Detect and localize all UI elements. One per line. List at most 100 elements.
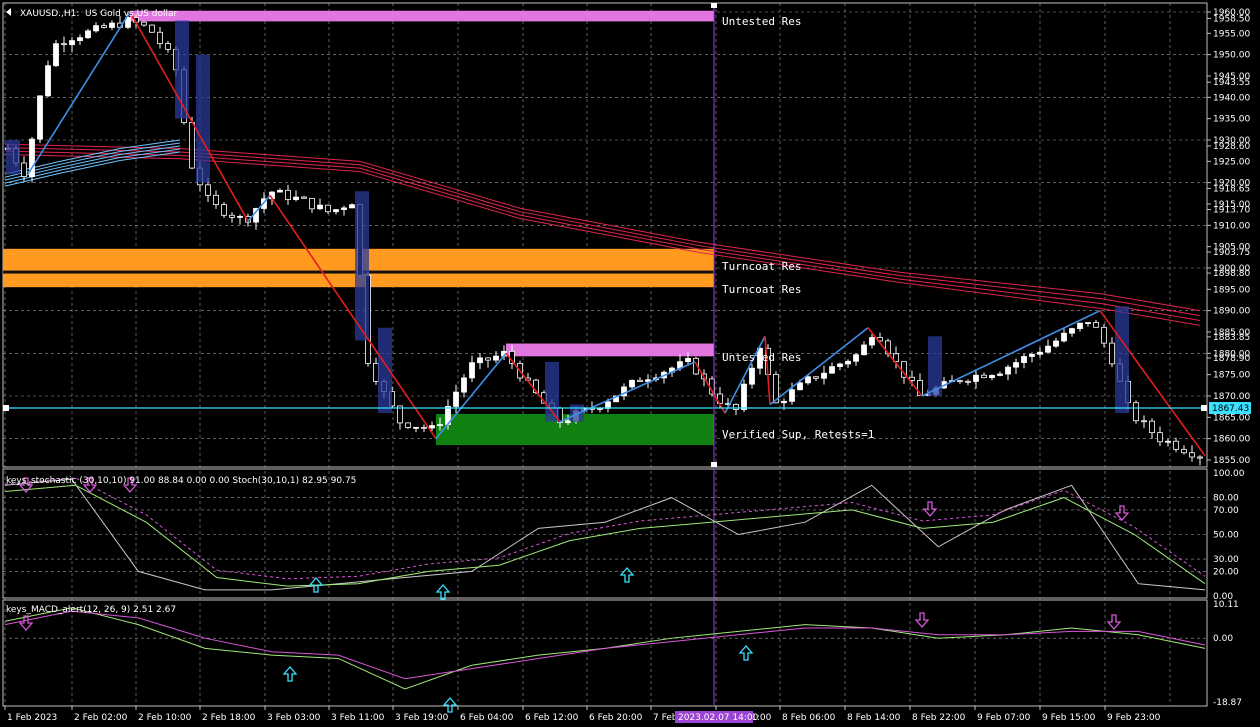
candle-body (1013, 362, 1019, 368)
candle-body (1157, 432, 1163, 443)
price-tick-label-28: 1865.00 (1213, 413, 1250, 423)
candle-body (349, 204, 355, 209)
candle-body (157, 31, 163, 44)
candle-body (1029, 353, 1035, 357)
candle-body (637, 379, 643, 382)
price-tick-label-15: 1910.00 (1213, 221, 1250, 231)
candle-body (1021, 356, 1027, 363)
time-tick-label-15: 9 Feb 07:00 (977, 713, 1031, 723)
macd-tick-label-1: 0.00 (1213, 634, 1233, 644)
candle-body (853, 354, 859, 362)
cursor-handle-top[interactable] (711, 3, 717, 8)
candle-body (957, 380, 963, 383)
stoch-tick-label-4: 30.00 (1213, 555, 1239, 565)
candle-body (1181, 448, 1187, 454)
candle-body (285, 189, 291, 200)
candle-body (789, 389, 795, 402)
price-line-handle-left[interactable] (3, 405, 9, 411)
candle-body (373, 363, 379, 382)
candle-body (685, 357, 691, 363)
candle-body (869, 337, 875, 346)
stoch-tick-label-0: 100.00 (1213, 469, 1245, 479)
price-tick-label-29: 1860.00 (1213, 435, 1250, 445)
time-tick-label-5: 3 Feb 11:00 (331, 713, 385, 723)
candle-body (45, 65, 51, 97)
candle-body (53, 43, 59, 67)
candle-body (317, 204, 323, 210)
macd-title: keys_MACD_alert(12, 26, 9) 2.51 2.67 (6, 605, 176, 615)
price-line-handle-right[interactable] (1201, 405, 1207, 411)
candle-body (341, 207, 347, 210)
candle-body (1037, 351, 1043, 355)
candle-body (461, 377, 467, 393)
price-tick-label-14: 1913.70 (1213, 206, 1250, 216)
candle-body (1053, 340, 1059, 347)
candle-body (1077, 322, 1083, 329)
time-tick-label-16: 9 Feb 15:00 (1042, 713, 1096, 723)
price-tick-label-19: 1898.80 (1213, 269, 1250, 279)
price-tick-label-2: 1955.00 (1213, 29, 1250, 39)
candle-body (37, 95, 43, 140)
trading-chart[interactable]: Untested Res Turncoat Res Turncoat Res U… (0, 0, 1260, 727)
candle-body (1093, 322, 1099, 328)
candle-body (797, 382, 803, 391)
candle-body (989, 375, 995, 379)
candle-body (741, 383, 747, 410)
candle-body (21, 162, 27, 177)
candle-body (69, 40, 75, 46)
zone-label-untested-res-top: Untested Res (722, 15, 801, 28)
candle-body (973, 374, 979, 382)
cursor-handle-bottom[interactable] (711, 462, 717, 467)
zone-label-untested-res-mid: Untested Res (722, 351, 801, 364)
price-tick-label-1: 1958.50 (1213, 14, 1250, 24)
time-tick-label-7: 6 Feb 04:00 (460, 713, 514, 723)
candle-body (565, 420, 571, 424)
candle-body (781, 400, 787, 404)
stoch-title: keys_stochastic (30,10,10) 91.00 88.84 0… (6, 476, 356, 486)
time-tick-label-14: 8 Feb 22:00 (912, 713, 966, 723)
candle-body (1101, 326, 1107, 344)
price-tick-label-17: 1903.75 (1213, 248, 1250, 258)
price-tick-label-10: 1925.00 (1213, 157, 1250, 167)
candle-body (205, 184, 211, 196)
price-tick-label-20: 1895.00 (1213, 285, 1250, 295)
candle-body (1005, 366, 1011, 375)
candle-body (325, 204, 331, 213)
chart-description: US Gold vs US dollar (85, 9, 177, 19)
candle-body (61, 43, 67, 46)
candle-body (1045, 345, 1051, 353)
candle-body (93, 25, 99, 32)
candle-body (213, 194, 219, 206)
candle-body (77, 37, 83, 41)
candle-body (453, 391, 459, 407)
candle-body (813, 376, 819, 379)
zone-untested-res-mid (506, 343, 714, 357)
candle-body (1141, 420, 1147, 423)
candle-body (101, 25, 107, 28)
highlight-bar-8 (1115, 306, 1129, 414)
zone-label-verified-sup: Verified Sup, Retests=1 (722, 428, 874, 441)
candle-body (413, 426, 419, 429)
time-tick-label-3: 2 Feb 18:00 (202, 713, 256, 723)
time-tick-label-2: 2 Feb 10:00 (138, 713, 192, 723)
highlight-bar-3 (355, 191, 369, 341)
cursor-time-label: 2023.02.07 14:00 (678, 713, 759, 723)
candle-body (1069, 328, 1075, 334)
candle-body (493, 355, 499, 361)
time-tick-label-12: 8 Feb 06:00 (782, 713, 836, 723)
candle-body (469, 362, 475, 379)
candle-body (309, 197, 315, 210)
candle-body (165, 43, 171, 50)
stoch-tick-label-2: 70.00 (1213, 506, 1239, 516)
highlight-bar-2 (196, 54, 210, 183)
time-tick-label-6: 3 Feb 19:00 (395, 713, 449, 723)
candle-body (293, 196, 299, 200)
candle-body (109, 22, 115, 28)
price-tick-label-5: 1943.55 (1213, 78, 1250, 88)
time-tick-label-4: 3 Feb 03:00 (267, 713, 321, 723)
price-tick-label-25: 1878.90 (1213, 354, 1250, 364)
price-tick-label-7: 1935.00 (1213, 115, 1250, 125)
price-tick-label-3: 1950.00 (1213, 51, 1250, 61)
time-tick-label-1: 2 Feb 02:00 (74, 713, 128, 723)
zone-untested-res-top (130, 10, 714, 22)
